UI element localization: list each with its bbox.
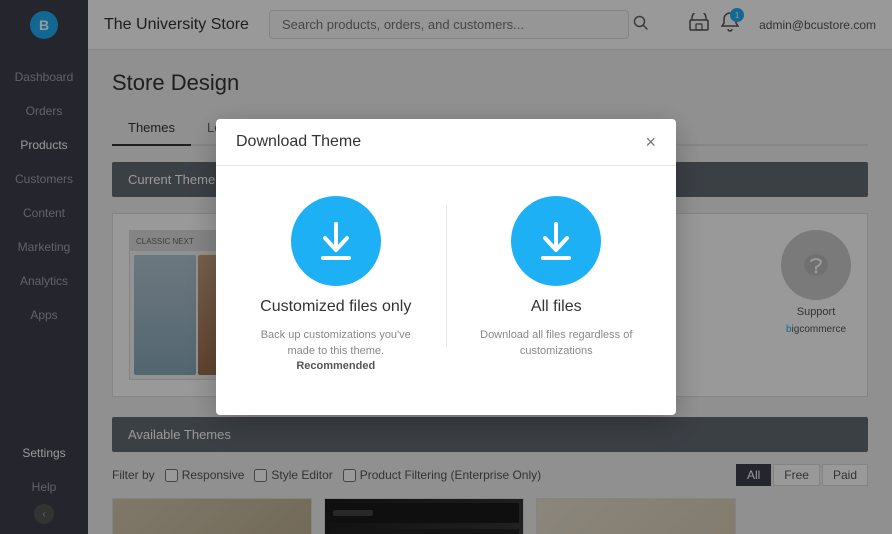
modal-close-button[interactable]: ×	[645, 133, 656, 151]
modal-overlay[interactable]: Download Theme × Customized fil	[88, 50, 892, 534]
main-content: The University Store 1	[88, 0, 892, 534]
modal-title: Download Theme	[236, 133, 361, 151]
page-content: Store Design Themes Logo Mobile Carousel…	[88, 50, 892, 534]
download-theme-modal: Download Theme × Customized fil	[216, 119, 676, 414]
modal-header: Download Theme ×	[216, 119, 676, 166]
download-customized-icon	[291, 196, 381, 286]
all-files-desc: Download all files regardless of customi…	[477, 328, 637, 359]
recommended-label: Recommended	[296, 360, 375, 372]
customized-desc: Back up customizations you've made to th…	[256, 328, 416, 374]
customized-label: Customized files only	[260, 298, 411, 316]
download-customized-option[interactable]: Customized files only Back up customizat…	[256, 196, 416, 374]
download-all-icon	[511, 196, 601, 286]
all-files-label: All files	[531, 298, 582, 316]
modal-divider	[446, 206, 447, 346]
download-all-option[interactable]: All files Download all files regardless …	[477, 196, 637, 359]
modal-body: Customized files only Back up customizat…	[216, 166, 676, 414]
